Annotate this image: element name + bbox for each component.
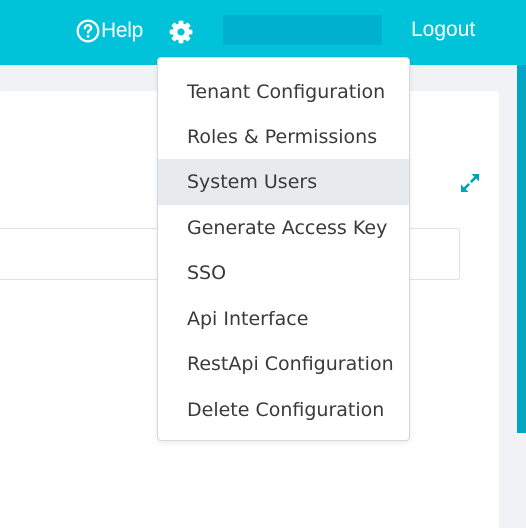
expand-button[interactable] xyxy=(459,172,481,194)
menu-item-restapi-configuration[interactable]: RestApi Configuration xyxy=(158,341,409,387)
right-edge-strip xyxy=(517,65,526,433)
logout-link[interactable]: Logout xyxy=(411,18,475,42)
menu-item-delete-configuration[interactable]: Delete Configuration xyxy=(158,387,409,433)
menu-item-generate-access-key[interactable]: Generate Access Key xyxy=(158,205,409,251)
menu-item-system-users[interactable]: System Users xyxy=(158,159,409,205)
menu-item-sso[interactable]: SSO xyxy=(158,250,409,296)
gear-icon xyxy=(169,20,193,44)
menu-item-tenant-configuration[interactable]: Tenant Configuration xyxy=(158,69,409,115)
user-name-box[interactable] xyxy=(223,15,382,45)
expand-arrows-icon xyxy=(461,174,479,192)
help-label: Help xyxy=(101,19,143,42)
settings-dropdown-menu: Tenant Configuration Roles & Permissions… xyxy=(157,57,410,441)
help-link[interactable]: Help xyxy=(76,17,143,45)
menu-item-api-interface[interactable]: Api Interface xyxy=(158,296,409,342)
top-header-bar: Help Logout xyxy=(0,0,526,65)
menu-item-roles-permissions[interactable]: Roles & Permissions xyxy=(158,114,409,160)
settings-button[interactable] xyxy=(168,19,194,45)
question-circle-icon xyxy=(76,19,100,43)
